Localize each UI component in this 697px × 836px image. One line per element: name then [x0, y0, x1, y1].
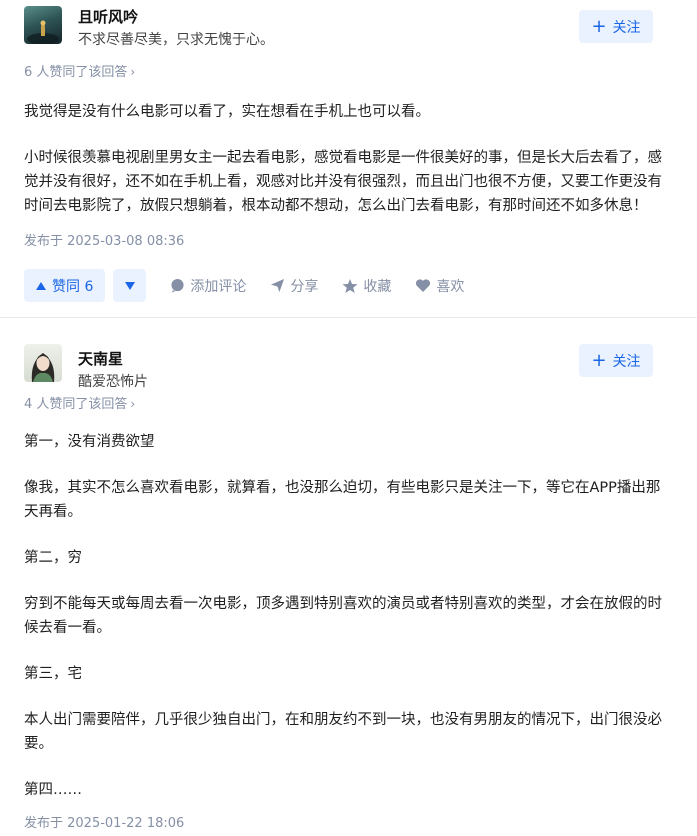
publish-time[interactable]: 发布于 2025-03-08 08:36	[24, 230, 673, 249]
plus-icon: +	[591, 349, 607, 371]
answer-header: 天南星 酷爱恐怖片 + 关注	[24, 342, 673, 392]
answer-card-2: 天南星 酷爱恐怖片 + 关注 4 人赞同了该回答 › 第一，没有消费欲望 像我，其…	[0, 318, 697, 831]
author-bio: 酷爱恐怖片	[78, 374, 148, 390]
vote-count-text: 4 人赞同了该回答	[24, 397, 128, 412]
follow-button[interactable]: + 关注	[579, 344, 653, 377]
share-button[interactable]: 分享	[270, 276, 318, 296]
comment-button[interactable]: 添加评论	[170, 276, 246, 296]
avatar[interactable]	[24, 344, 62, 382]
share-label: 分享	[290, 278, 319, 295]
answer-paragraph: 像我，其实不怎么喜欢看电影，就算看，也没那么迫切，有些电影只是关注一下，等它在A…	[24, 480, 661, 520]
plus-icon: +	[591, 15, 607, 37]
like-button[interactable]: 喜欢	[415, 276, 464, 296]
answer-content: 我觉得是没有什么电影可以看了，实在想看在手机上也可以看。 小时候很羡慕电视剧里男…	[24, 100, 673, 218]
agree-label: 赞同 6	[52, 278, 94, 295]
answer-content: 第一，没有消费欲望 像我，其实不怎么喜欢看电影，就算看，也没那么迫切，有些电影只…	[24, 430, 673, 802]
upvote-arrow-icon	[36, 281, 46, 290]
chevron-right-icon: ›	[130, 397, 136, 411]
answer-paragraph: 穷到不能每天或每周去看一次电影，顶多遇到特别喜欢的演员或者特别喜欢的类型，才会在…	[24, 596, 662, 636]
avatar[interactable]	[24, 6, 62, 44]
vote-count-line[interactable]: 6 人赞同了该回答 ›	[24, 61, 673, 80]
agree-button[interactable]: 赞同 6	[24, 269, 106, 302]
answer-paragraph: 第一，没有消费欲望	[24, 434, 155, 450]
vote-count-text: 6 人赞同了该回答	[24, 65, 128, 80]
answer-paragraph: 第三，宅	[24, 666, 82, 682]
comment-label: 添加评论	[190, 278, 247, 295]
downvote-arrow-icon	[124, 281, 135, 290]
star-icon	[342, 278, 358, 293]
author-bio: 不求尽善尽美，只求无愧于心。	[78, 32, 274, 48]
follow-label: 关注	[612, 19, 641, 36]
follow-button[interactable]: + 关注	[579, 10, 653, 43]
vote-count-line[interactable]: 4 人赞同了该回答 ›	[24, 393, 673, 412]
answer-paragraph: 第二，穷	[24, 550, 82, 566]
author-name[interactable]: 且听风吟	[78, 6, 138, 27]
answer-paragraph: 小时候很羡慕电视剧里男女主一起去看电影，感觉看电影是一件很美好的事，但是长大后去…	[24, 150, 662, 214]
disagree-button[interactable]	[113, 269, 147, 302]
collect-label: 收藏	[363, 278, 392, 295]
answer-paragraph: 第四……	[24, 782, 82, 798]
author-name[interactable]: 天南星	[78, 348, 123, 369]
collect-button[interactable]: 收藏	[342, 276, 391, 296]
answer-header: 且听风吟 不求尽善尽美，只求无愧于心。 + 关注	[24, 0, 673, 50]
publish-time[interactable]: 发布于 2025-01-22 18:06	[24, 812, 673, 831]
like-label: 喜欢	[436, 278, 465, 295]
chevron-right-icon: ›	[130, 65, 136, 79]
comment-icon	[171, 278, 184, 293]
follow-label: 关注	[612, 353, 641, 370]
heart-icon	[416, 279, 431, 292]
answer-paragraph: 我觉得是没有什么电影可以看了，实在想看在手机上也可以看。	[24, 104, 430, 120]
answer-paragraph: 本人出门需要陪伴，几乎很少独自出门，在和朋友约不到一块，也没有男朋友的情况下，出…	[24, 712, 662, 752]
share-icon	[271, 278, 285, 293]
action-bar: 赞同 6 添加评论 分享 收藏 喜欢	[24, 269, 673, 302]
answer-card-1: 且听风吟 不求尽善尽美，只求无愧于心。 + 关注 6 人赞同了该回答 › 我觉得是…	[0, 0, 697, 318]
